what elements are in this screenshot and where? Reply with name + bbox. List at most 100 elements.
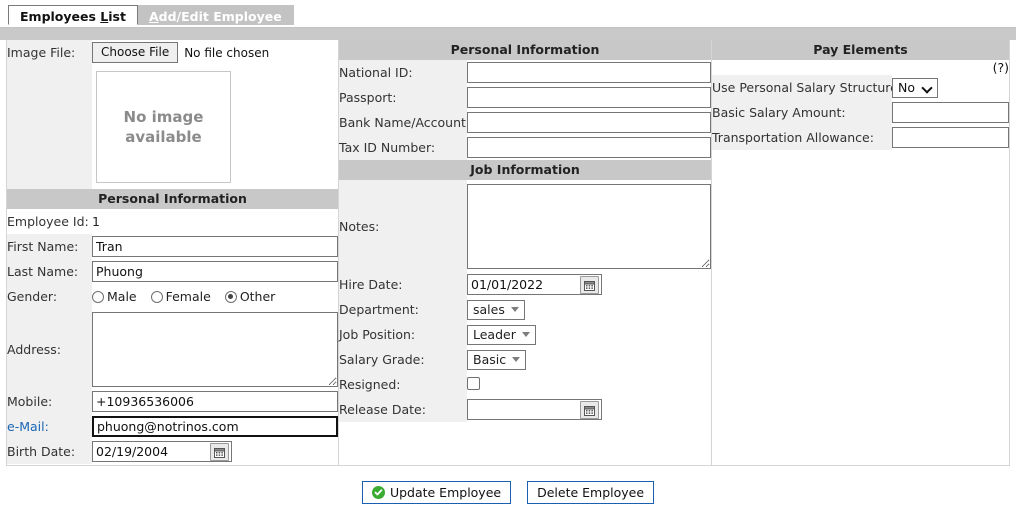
no-image-line-1: No image [123,108,204,126]
job-information-header: Job Information [339,160,711,180]
hire-date-label: Hire Date: [339,272,467,297]
address-cell [92,309,338,389]
tab-add-edit-employee[interactable]: Add/Edit Employee [136,5,294,25]
passport-label: Passport: [339,85,467,110]
image-preview-cell: No image available [92,65,338,189]
national-id-input[interactable] [467,62,711,83]
last-name-label: Last Name: [7,259,92,284]
pay-elements-table: Pay Elements (?) Use Personal Salary Str… [712,40,1009,150]
resigned-cell [467,372,711,397]
release-date-wrapper [467,399,602,420]
file-status-text: No file chosen [184,45,270,60]
transportation-allowance-input[interactable] [892,127,1009,148]
notes-textarea[interactable] [467,183,711,269]
first-name-cell [92,234,338,259]
pay-elements-help-icon[interactable]: (?) [712,60,1009,75]
job-position-cell: Leader [467,322,711,347]
resigned-label: Resigned: [339,372,467,397]
tab-employees-list[interactable]: Employees List [8,5,138,25]
birth-date-calendar-icon[interactable] [210,443,229,461]
tax-id-input[interactable] [467,137,711,158]
mobile-row: Mobile: [7,389,338,414]
basic-salary-row: Basic Salary Amount: [712,100,1009,125]
last-name-cell [92,259,338,284]
chevron-down-icon [521,332,530,337]
gender-radio-group: Male Female Other [92,289,338,304]
department-label: Department: [339,297,467,322]
national-id-cell [467,60,711,85]
address-textarea[interactable] [92,311,338,387]
resigned-checkbox[interactable] [467,376,480,390]
department-select-value: sales [473,302,505,317]
job-position-select[interactable]: Leader [467,324,536,345]
pay-help-row: (?) [712,60,1009,75]
passport-input[interactable] [467,87,711,108]
salary-grade-select-value: Basic [473,352,507,367]
tab-strip-divider [0,27,1016,40]
first-name-input[interactable] [92,236,338,257]
release-date-label: Release Date: [339,397,467,422]
email-input[interactable] [92,416,338,437]
image-file-label: Image File: [7,40,92,65]
image-file-row: Image File: Choose File No file chosen [7,40,338,65]
tax-id-row: Tax ID Number: [339,135,711,160]
employee-form-panel: Image File: Choose File No file chosen No… [6,40,1010,466]
last-name-row: Last Name: [7,259,338,284]
right-column: Pay Elements (?) Use Personal Salary Str… [712,40,1009,465]
radio-female-icon[interactable] [150,290,163,303]
left-personal-information-header: Personal Information [7,189,338,209]
employee-id-row: Employee Id: 1 [7,209,338,234]
bank-cell [467,110,711,135]
salary-grade-cell: Basic [467,347,711,372]
use-personal-salary-row: Use Personal Salary Structure: No [712,75,1009,100]
left-column: Image File: Choose File No file chosen No… [7,40,339,465]
first-name-label: First Name: [7,234,92,259]
national-id-row: National ID: [339,60,711,85]
department-select[interactable]: sales [467,299,525,320]
use-personal-salary-structure-select[interactable]: No [892,77,938,98]
hire-date-wrapper [467,274,602,295]
chevron-down-icon [512,357,521,362]
image-file-control-cell: Choose File No file chosen [92,40,338,65]
job-header-row: Job Information [339,160,711,180]
bank-name-account-input[interactable] [467,112,711,133]
gender-option-female-label: Female [165,289,211,304]
birth-date-label: Birth Date: [7,439,92,464]
national-id-label: National ID: [339,60,467,85]
mobile-input[interactable] [92,391,338,412]
hire-date-cell [467,272,711,297]
birth-date-cell [92,439,338,464]
gender-option-male[interactable]: Male [92,289,137,304]
choose-file-button[interactable]: Choose File [92,42,179,63]
tab-add-edit-employee-accesskey: A [148,9,159,24]
middle-column: Personal Information National ID: Passpo… [339,40,712,465]
delete-employee-label: Delete Employee [537,484,645,500]
radio-other-icon[interactable] [224,290,237,303]
salary-grade-label: Salary Grade: [339,347,467,372]
mobile-cell [92,389,338,414]
gender-option-other[interactable]: Other [224,289,275,304]
basic-salary-amount-input[interactable] [892,102,1009,123]
notes-row: Notes: [339,180,711,272]
radio-male-icon[interactable] [92,290,104,303]
image-preview-label-spacer [7,65,92,189]
last-name-input[interactable] [92,261,338,282]
job-position-label: Job Position: [339,322,467,347]
check-circle-icon [371,485,385,499]
employee-id-value: 1 [92,209,338,234]
image-preview-row: No image available [7,65,338,189]
gender-option-female[interactable]: Female [150,289,211,304]
email-label[interactable]: e-Mail: [7,414,92,439]
tab-add-edit-employee-label: dd/Edit Employee [158,9,282,24]
middle-personal-header-row: Personal Information [339,40,711,60]
first-name-row: First Name: [7,234,338,259]
update-employee-button[interactable]: Update Employee [361,480,512,504]
delete-employee-button[interactable]: Delete Employee [527,480,655,504]
salary-grade-select[interactable]: Basic [467,349,527,370]
transportation-allowance-label: Transportation Allowance: [712,125,892,150]
no-image-placeholder: No image available [96,71,231,183]
gender-label: Gender: [7,284,92,309]
hire-date-calendar-icon[interactable] [580,276,599,294]
tax-id-label: Tax ID Number: [339,135,467,160]
release-date-calendar-icon[interactable] [580,401,599,419]
